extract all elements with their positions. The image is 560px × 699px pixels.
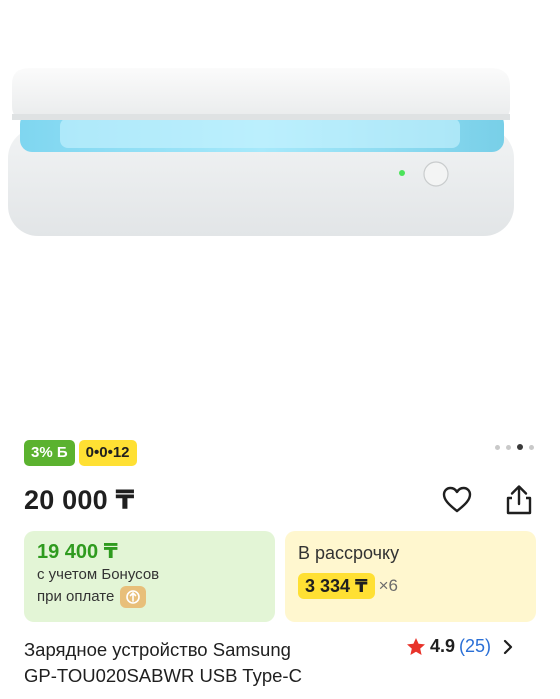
product-image <box>8 68 514 236</box>
gallery-dot[interactable] <box>506 444 511 450</box>
product-title: Зарядное устройство Samsung GP-TOU020SAB… <box>24 637 394 689</box>
product-title-line: GP-TOU020SABWR USB Type-C <box>24 665 302 686</box>
promo-badges: 3% Б 0•0•12 <box>24 440 137 466</box>
star-icon <box>407 638 425 655</box>
gallery-dot[interactable] <box>529 444 534 450</box>
gallery-pagination[interactable] <box>495 444 534 450</box>
gallery-dot-active[interactable] <box>517 444 523 450</box>
installment-card[interactable]: В рассрочку 3 334 ₸ ×6 <box>285 531 536 622</box>
bonus-description: с учетом Бонусов <box>37 566 160 583</box>
favorite-button[interactable] <box>440 483 474 517</box>
rating-value: 4.9 <box>430 636 456 656</box>
gallery-dot[interactable] <box>495 444 500 450</box>
cashback-badge: 3% Б <box>24 440 75 466</box>
bonus-payment-note: при оплате <box>37 588 115 605</box>
product-image-gallery[interactable] <box>0 0 560 430</box>
review-count[interactable]: (25) <box>459 636 491 657</box>
product-title-line: Зарядное устройство Samsung <box>24 639 291 660</box>
price-options: 19 400 ₸ с учетом Бонусов при оплате В р… <box>24 531 536 622</box>
price-row: 20 000 ₸ <box>24 480 536 520</box>
installment-badge: 0•0•12 <box>78 440 137 466</box>
installment-title: В рассрочку <box>298 543 400 563</box>
share-icon <box>506 485 532 515</box>
bonus-price: 19 400 ₸ <box>37 541 118 563</box>
payment-method-icon <box>120 586 147 608</box>
chevron-right-icon <box>503 639 513 654</box>
installment-multiplier: ×6 <box>378 576 398 595</box>
heart-icon <box>442 486 472 513</box>
bonus-price-card[interactable]: 19 400 ₸ с учетом Бонусов при оплате <box>24 531 275 622</box>
share-button[interactable] <box>502 483 536 517</box>
rating-link[interactable]: 4.9 (25) <box>406 636 513 657</box>
installment-amount: 3 334 ₸ <box>298 573 375 599</box>
